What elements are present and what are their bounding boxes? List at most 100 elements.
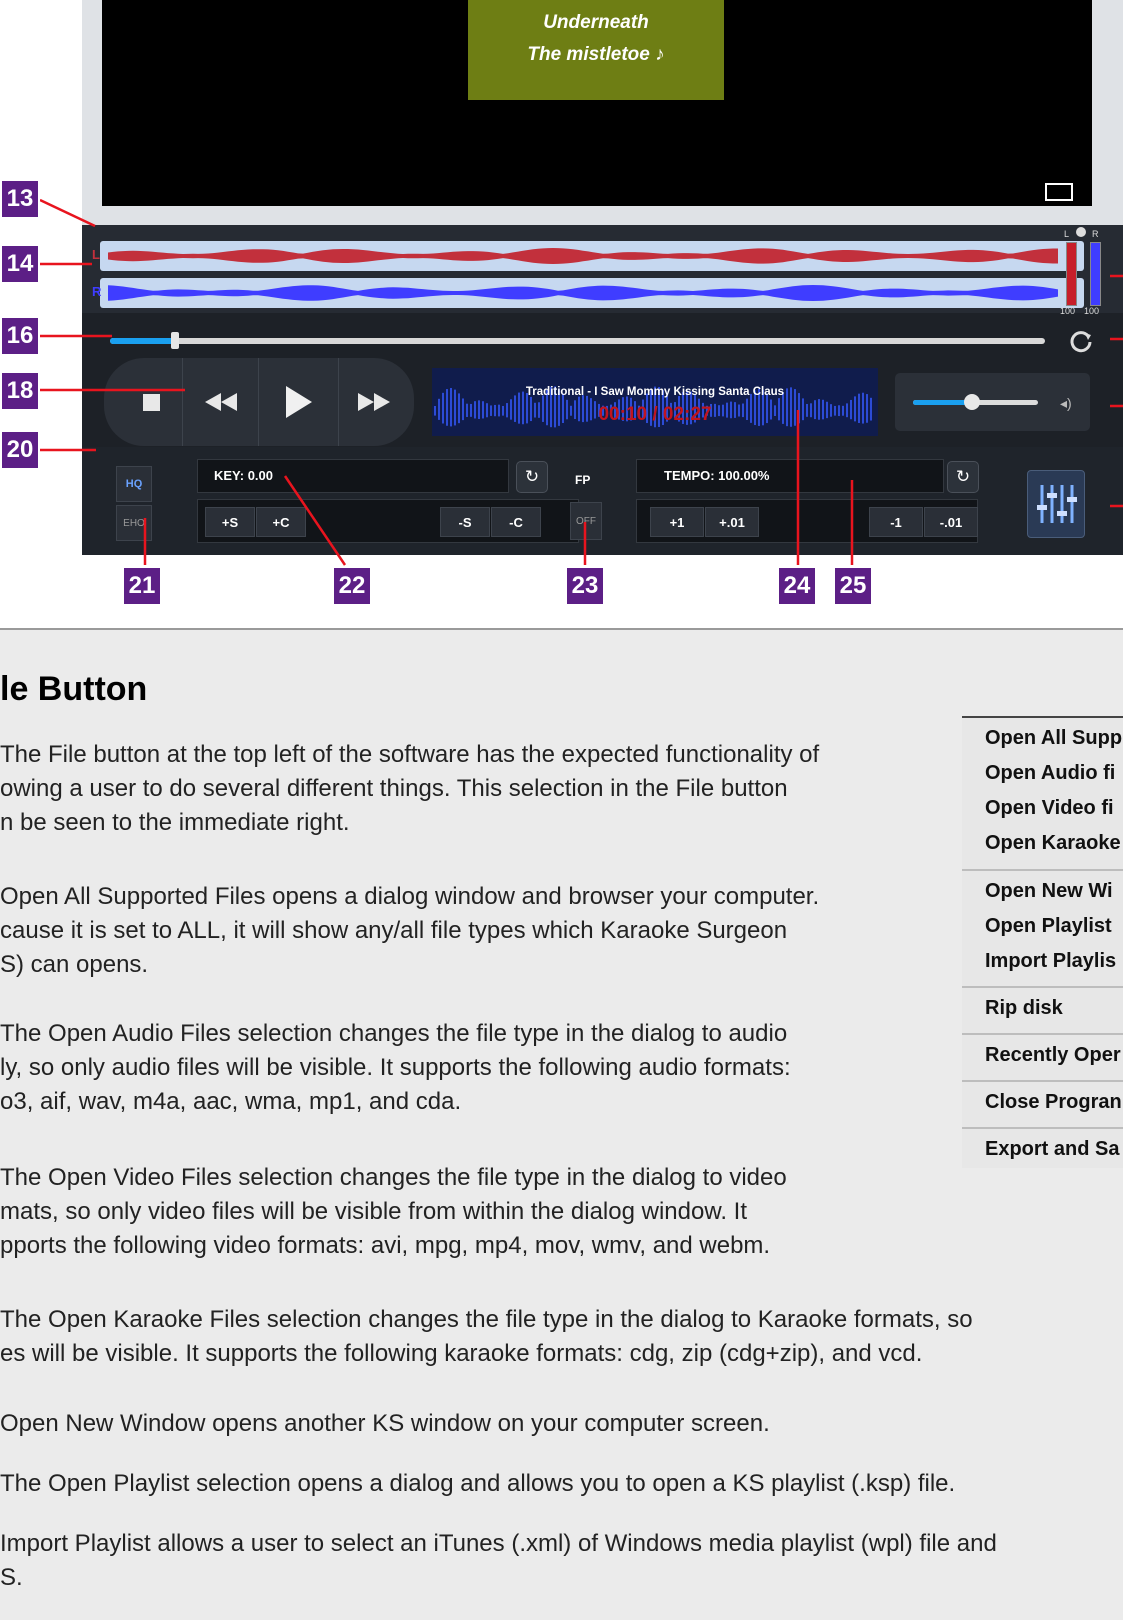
volume-handle[interactable] [963, 394, 980, 410]
stop-icon [142, 393, 160, 411]
right-wave-shape [108, 285, 1058, 301]
lyric-display: Underneath The mistletoe ♪ [468, 0, 724, 100]
text-line: The Open Playlist selection opens a dial… [0, 1470, 956, 1497]
callout-22: 22 [332, 566, 372, 606]
paragraph-open-karaoke: The Open Karaoke Files selection changes… [0, 1303, 973, 1371]
text-line: Open All Supported Files opens a dialog … [0, 883, 820, 910]
text-line: cause it is set to ALL, it will show any… [0, 917, 788, 944]
seek-bar[interactable] [110, 338, 1045, 344]
left-wave-shape [108, 248, 1058, 264]
seek-handle[interactable] [171, 332, 180, 349]
right-level-meter [1090, 242, 1101, 306]
eho-button[interactable]: EHO [116, 505, 152, 541]
paragraph-open-new-window: Open New Window opens another KS window … [0, 1407, 770, 1441]
right-channel-waveform[interactable]: R [92, 278, 1084, 308]
key-display: KEY: 0.00 [214, 468, 274, 483]
tempo-minus-01-button[interactable]: -.01 [924, 507, 978, 537]
callout-23: 23 [565, 566, 605, 606]
key-minus-s-button[interactable]: -S [440, 507, 490, 537]
callout-24: 24 [777, 566, 817, 606]
menu-item-open-playlist[interactable]: Open Playlist [985, 915, 1112, 938]
lyric-line-2: The mistletoe ♪ [527, 44, 665, 65]
text-line: S) can opens. [0, 951, 149, 978]
tempo-plus-01-button[interactable]: +.01 [705, 507, 759, 537]
text-line: The Open Audio Files selection changes t… [0, 1020, 788, 1047]
fast-forward-button[interactable] [338, 358, 409, 446]
paragraph-open-audio: The Open Audio Files selection changes t… [0, 1017, 791, 1119]
fp-label: FP [575, 473, 591, 487]
text-line: The Open Video Files selection changes t… [0, 1164, 787, 1191]
menu-item-open-new-window[interactable]: Open New Wi [985, 880, 1113, 903]
key-plus-s-button[interactable]: +S [205, 507, 255, 537]
text-line: o3, aif, wav, m4a, aac, wma, mp1, and cd… [0, 1088, 462, 1115]
paragraph-import-playlist: Import Playlist allows a user to select … [0, 1527, 997, 1595]
callout-13: 13 [0, 179, 40, 219]
left-channel-waveform[interactable]: L [92, 241, 1084, 271]
play-icon [286, 386, 312, 418]
section-divider [0, 628, 1123, 630]
text-line: owing a user to do several different thi… [0, 775, 788, 802]
callout-25: 25 [833, 566, 873, 606]
rewind-icon [205, 393, 237, 411]
key-minus-c-button[interactable]: -C [491, 507, 541, 537]
paragraph-open-playlist: The Open Playlist selection opens a dial… [0, 1467, 955, 1501]
menu-item-open-audio[interactable]: Open Audio fi [985, 762, 1115, 785]
text-line: The File button at the top left of the s… [0, 741, 820, 768]
meter-left-value: 100 [1060, 306, 1076, 316]
menu-separator [962, 1080, 1123, 1082]
track-info-display: Traditional - I Saw Mommy Kissing Santa … [432, 368, 878, 436]
reset-icon: ↻ [524, 467, 540, 486]
lyric-line-1: Underneath [543, 12, 649, 33]
text-line: S. [0, 1564, 23, 1591]
meter-right-value: 100 [1084, 306, 1100, 316]
key-reset-button[interactable]: ↻ [516, 461, 548, 493]
left-channel-tag: L [92, 247, 100, 262]
paragraph-open-video: The Open Video Files selection changes t… [0, 1161, 787, 1263]
callout-18: 18 [0, 371, 40, 411]
tempo-reset-button[interactable]: ↻ [947, 461, 979, 493]
menu-separator [962, 1127, 1123, 1129]
speaker-icon[interactable]: ◂) [1060, 395, 1072, 412]
fp-toggle-button[interactable]: OFF [570, 502, 602, 540]
menu-separator [962, 986, 1123, 988]
menu-item-rip-disk[interactable]: Rip disk [985, 997, 1063, 1020]
volume-slider-fill [913, 400, 972, 405]
meter-right-label: R [1092, 229, 1099, 239]
track-time: 00:10 / 02:27 [598, 404, 712, 425]
text-line: es will be visible. It supports the foll… [0, 1340, 923, 1367]
text-line: ly, so only audio files will be visible.… [0, 1054, 791, 1081]
hq-button[interactable]: HQ [116, 466, 152, 502]
fullscreen-icon[interactable] [1045, 183, 1073, 201]
section-heading: le Button [0, 670, 148, 708]
menu-item-close-program[interactable]: Close Progran [985, 1091, 1122, 1114]
key-plus-c-button[interactable]: +C [256, 507, 306, 537]
menu-item-open-all[interactable]: Open All Supp [985, 727, 1122, 750]
menu-separator [962, 1033, 1123, 1035]
menu-item-open-karaoke[interactable]: Open Karaoke [985, 832, 1121, 855]
paragraph-file-button: The File button at the top left of the s… [0, 738, 819, 840]
menu-separator [962, 869, 1123, 871]
callout-21: 21 [122, 566, 162, 606]
fast-forward-icon [358, 393, 390, 411]
tempo-plus-1-button[interactable]: +1 [650, 507, 704, 537]
meter-left-label: L [1064, 229, 1070, 239]
track-title: Traditional - I Saw Mommy Kissing Santa … [525, 386, 785, 398]
menu-item-recently-opened[interactable]: Recently Oper [985, 1044, 1121, 1067]
stop-button[interactable] [120, 358, 182, 446]
text-line: Import Playlist allows a user to select … [0, 1530, 997, 1557]
text-line: pports the following video formats: avi,… [0, 1232, 771, 1259]
text-line: The Open Karaoke Files selection changes… [0, 1306, 973, 1333]
rewind-button[interactable] [182, 358, 259, 446]
menu-item-open-video[interactable]: Open Video fi [985, 797, 1114, 820]
menu-item-export-and-save[interactable]: Export and Sa [985, 1138, 1119, 1161]
callout-16: 16 [0, 316, 40, 356]
text-line: mats, so only video files will be visibl… [0, 1198, 747, 1225]
meter-link-icon[interactable] [1076, 227, 1086, 237]
menu-item-import-playlist[interactable]: Import Playlis [985, 950, 1116, 973]
mixer-button[interactable] [1027, 470, 1085, 538]
tempo-minus-1-button[interactable]: -1 [869, 507, 923, 537]
loop-icon[interactable] [1067, 327, 1095, 355]
left-level-meter [1066, 242, 1077, 306]
text-line: Open New Window opens another KS window … [0, 1410, 770, 1437]
play-button[interactable] [258, 358, 339, 446]
